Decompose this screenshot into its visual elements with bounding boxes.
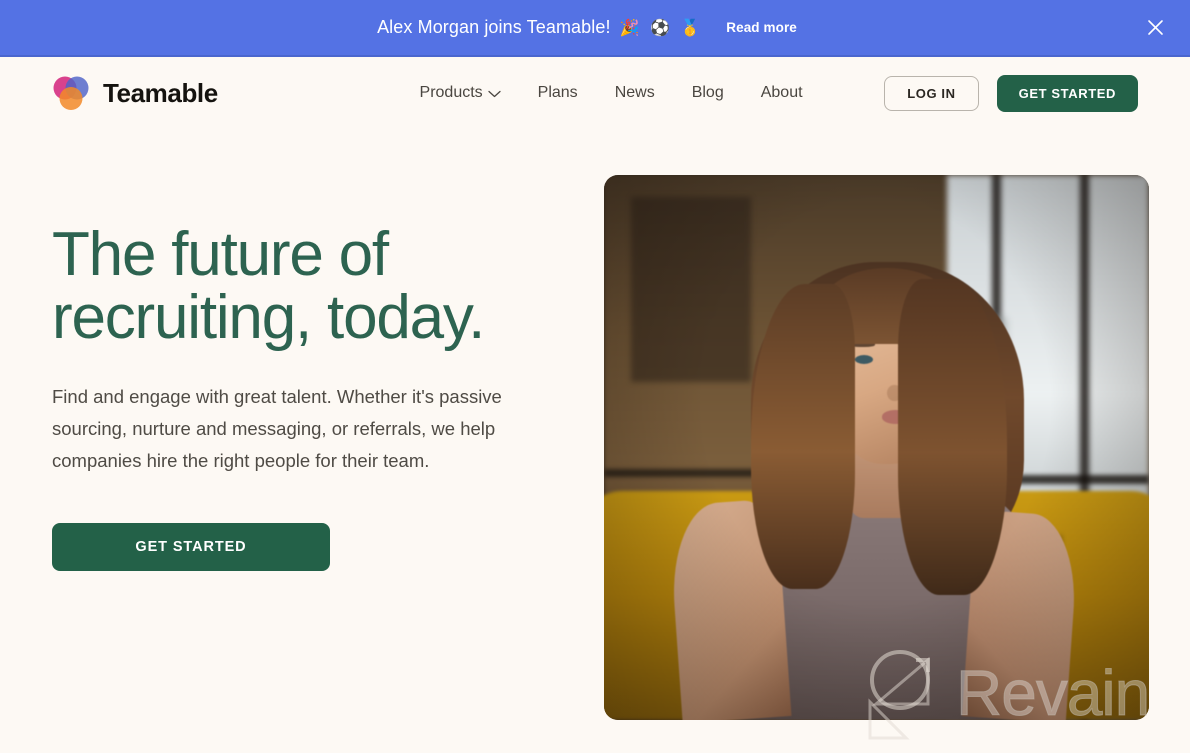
main-navigation: Products Plans News Blog About (338, 84, 884, 102)
hero-subtitle: Find and engage with great talent. Wheth… (52, 386, 502, 472)
hero-copy: The future of recruiting, today. Find an… (52, 175, 572, 720)
nav-label-blog: Blog (691, 84, 724, 101)
photo-vignette (604, 175, 1149, 720)
header-actions: LOG IN GET STARTED (884, 74, 1138, 112)
nav-label-about: About (760, 84, 803, 101)
hero-title: The future of recruiting, today. (52, 220, 485, 353)
nav-label-products: Products (419, 84, 483, 101)
nav-item-about[interactable]: About (761, 84, 803, 102)
close-icon[interactable] (1142, 15, 1168, 41)
teamable-logo-three-circles-icon (53, 76, 89, 110)
hero-photo-composition (604, 175, 1149, 720)
chevron-down-icon (488, 90, 501, 98)
brand-name: Teamable (103, 77, 218, 108)
login-button[interactable]: LOG IN (884, 75, 979, 111)
nav-label-plans: Plans (537, 84, 578, 101)
nav-item-products[interactable]: Products (420, 84, 501, 102)
announcement-banner: Alex Morgan joins Teamable! 🎉 ⚽ 🥇 Read m… (0, 0, 1190, 57)
hero-image (604, 175, 1149, 720)
nav-item-news[interactable]: News (615, 84, 655, 102)
announcement-banner-content: Alex Morgan joins Teamable! 🎉 ⚽ 🥇 Read m… (377, 17, 797, 38)
header-get-started-button[interactable]: GET STARTED (996, 74, 1138, 112)
brand-logo[interactable]: Teamable (52, 75, 218, 111)
read-more-link[interactable]: Read more (726, 20, 797, 35)
celebration-emojis: 🎉 ⚽ 🥇 (619, 19, 704, 37)
announcement-text: Alex Morgan joins Teamable! (377, 17, 611, 37)
nav-item-plans[interactable]: Plans (538, 84, 578, 102)
nav-item-blog[interactable]: Blog (692, 84, 724, 102)
nav-label-news: News (614, 84, 655, 101)
hero-get-started-button[interactable]: GET STARTED (52, 523, 330, 572)
hero-section: The future of recruiting, today. Find an… (0, 129, 1190, 720)
site-header: Teamable Products Plans News Blog About … (0, 57, 1190, 129)
